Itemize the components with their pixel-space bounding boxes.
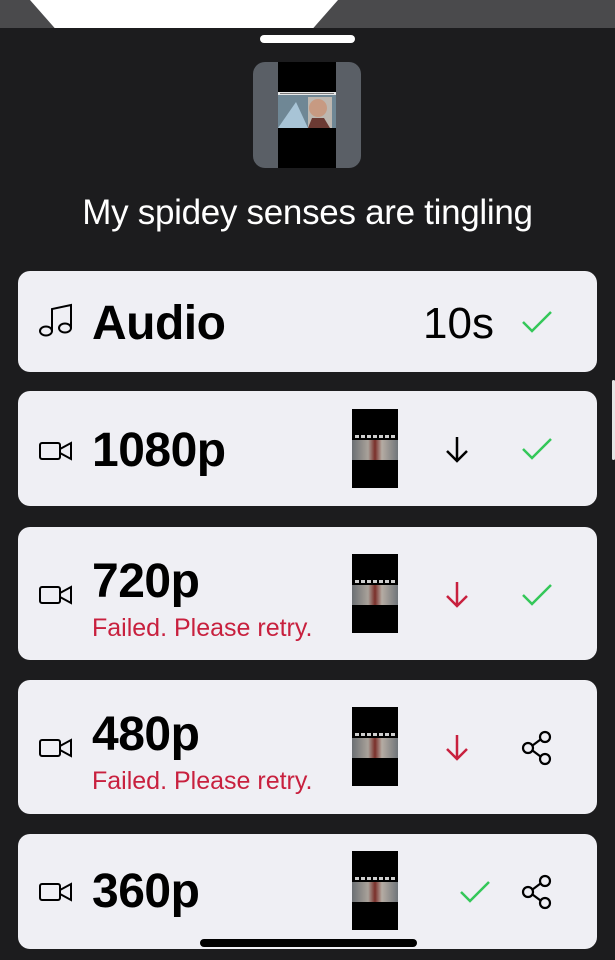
- preview-still: [352, 440, 398, 460]
- home-indicator[interactable]: [200, 939, 417, 947]
- video-camera-icon: [39, 585, 72, 605]
- format-row-720p[interactable]: 720p Failed. Please retry.: [18, 527, 597, 660]
- download-arrow-icon[interactable]: [443, 732, 471, 762]
- preview-still: [352, 882, 398, 902]
- download-arrow-icon[interactable]: [443, 579, 471, 609]
- download-arrow-icon[interactable]: [443, 434, 471, 464]
- share-icon[interactable]: [521, 730, 553, 766]
- video-preview: [352, 707, 398, 786]
- format-row-1080p[interactable]: 1080p: [18, 391, 597, 506]
- format-label-720p: 720p: [92, 555, 200, 608]
- sheet-grabber[interactable]: [260, 35, 355, 43]
- format-label-1080p: 1080p: [92, 424, 226, 477]
- thumbnail-still: [278, 92, 336, 128]
- preview-caption: [355, 580, 395, 583]
- video-preview: [352, 851, 398, 930]
- audio-duration: 10s: [423, 299, 494, 348]
- media-thumbnail: [253, 62, 361, 168]
- checkmark-icon[interactable]: [458, 879, 492, 905]
- format-label-360p: 360p: [92, 865, 200, 918]
- preview-caption: [355, 435, 395, 438]
- video-camera-icon: [39, 738, 72, 758]
- video-preview: [352, 554, 398, 633]
- music-note-icon: [39, 303, 72, 337]
- preview-caption: [355, 733, 395, 736]
- error-message: Failed. Please retry.: [92, 767, 313, 795]
- format-row-480p[interactable]: 480p Failed. Please retry.: [18, 680, 597, 814]
- format-row-360p[interactable]: 360p: [18, 834, 597, 949]
- checkmark-icon[interactable]: [520, 436, 554, 462]
- media-title: My spidey senses are tingling: [82, 193, 533, 232]
- preview-still: [352, 738, 398, 758]
- video-preview: [352, 409, 398, 488]
- video-camera-icon: [39, 441, 72, 461]
- format-label-audio: Audio: [92, 297, 226, 350]
- thumbnail-frame: [278, 62, 336, 168]
- preview-still: [352, 585, 398, 605]
- share-icon[interactable]: [521, 874, 553, 910]
- format-label-480p: 480p: [92, 708, 200, 761]
- checkmark-icon[interactable]: [520, 309, 554, 335]
- format-row-audio[interactable]: Audio 10s: [18, 271, 597, 372]
- video-camera-icon: [39, 882, 72, 902]
- checkmark-icon[interactable]: [520, 582, 554, 608]
- preview-caption: [355, 877, 395, 880]
- top-notch: [30, 0, 338, 28]
- error-message: Failed. Please retry.: [92, 614, 313, 642]
